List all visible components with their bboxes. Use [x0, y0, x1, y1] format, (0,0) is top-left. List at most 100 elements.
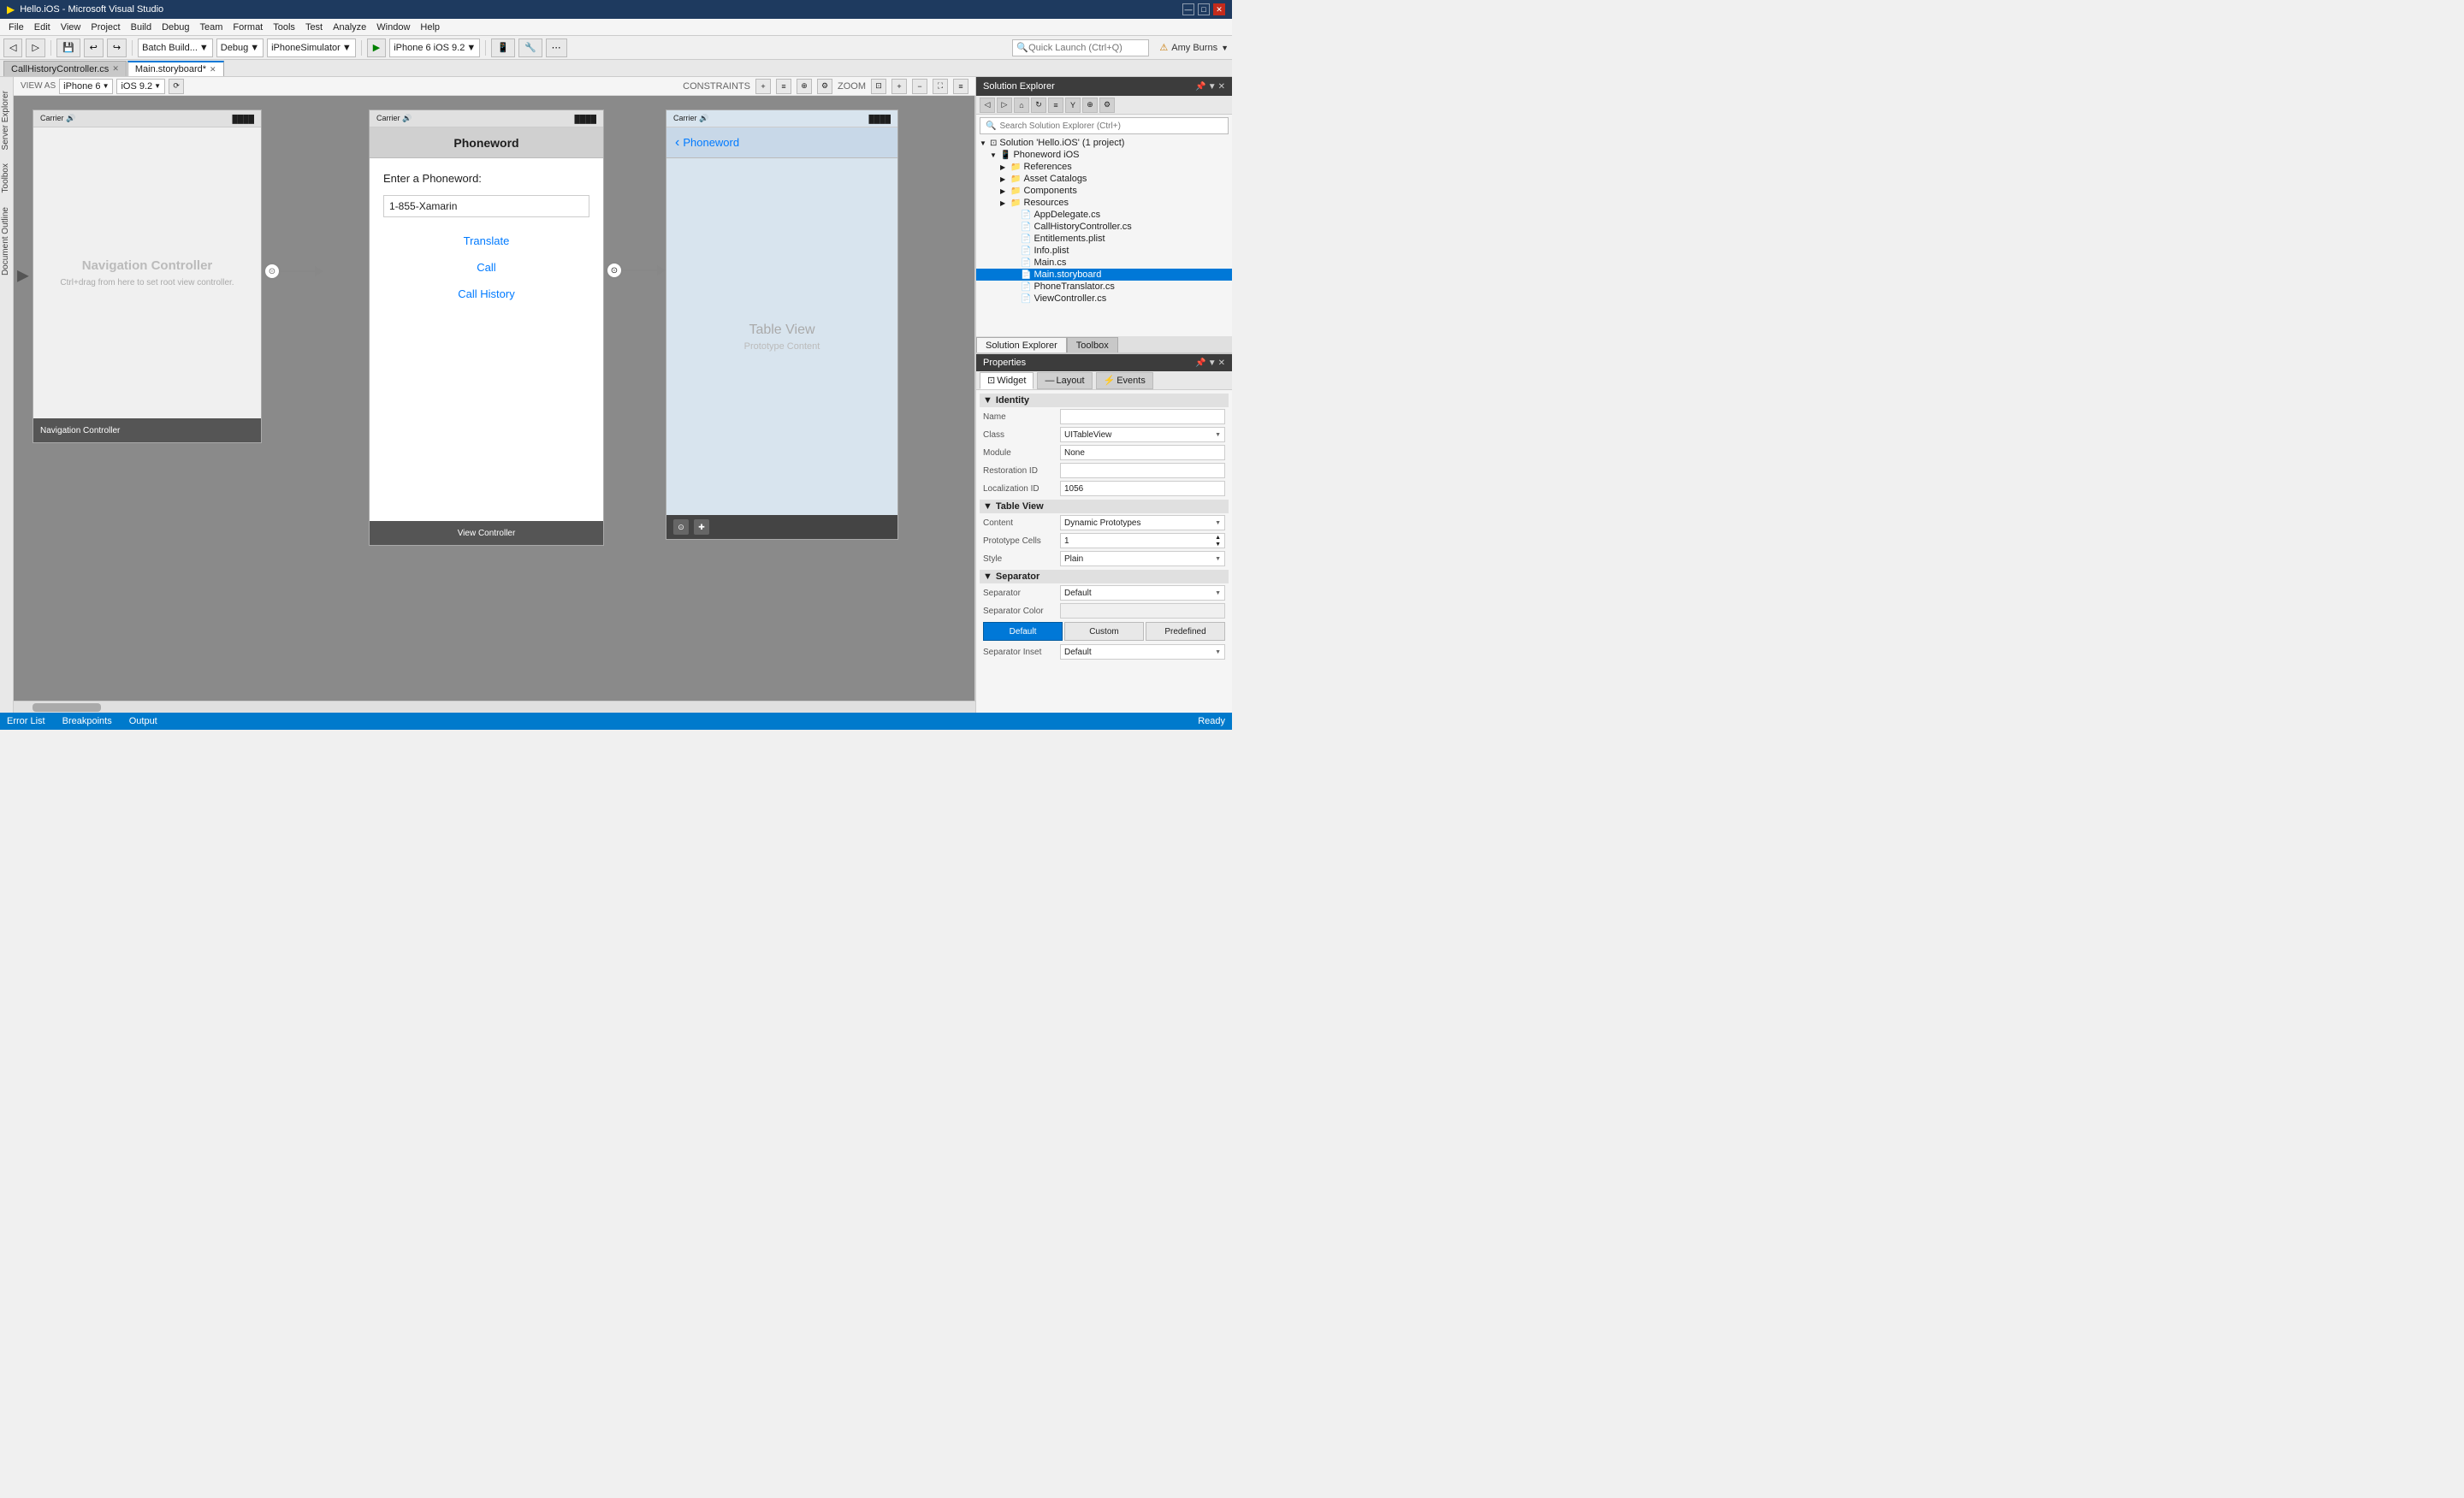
search-input[interactable]	[1028, 43, 1145, 53]
se-home-button[interactable]: ⌂	[1014, 98, 1029, 113]
prop-prototype-value[interactable]: 1 ▲ ▼	[1060, 533, 1225, 548]
constraint-options-button[interactable]: ≡	[776, 79, 791, 94]
expand-icon[interactable]: ▶	[1000, 163, 1010, 171]
menu-team[interactable]: Team	[195, 19, 228, 35]
tree-resources[interactable]: ▶ 📁 Resources	[976, 197, 1232, 209]
close-button[interactable]: ✕	[1213, 3, 1225, 15]
tree-appdelegate[interactable]: 📄 AppDelegate.cs	[976, 209, 1232, 221]
expand-icon[interactable]: ▶	[1000, 175, 1010, 183]
tab-solution-explorer[interactable]: Solution Explorer	[976, 337, 1067, 352]
dropdown-icon[interactable]: ▼	[1208, 82, 1217, 92]
se-search[interactable]: 🔍	[980, 117, 1229, 134]
se-search-input[interactable]	[999, 121, 1223, 131]
tree-mainstoryboard[interactable]: 📄 Main.storyboard	[976, 269, 1232, 281]
zoom-in-button[interactable]: +	[891, 79, 907, 94]
undo-button[interactable]: ↩	[84, 38, 104, 57]
prop-separator-value[interactable]: Default	[1060, 585, 1225, 601]
se-properties-button[interactable]: ≡	[1048, 98, 1063, 113]
translate-button[interactable]: Translate	[383, 234, 589, 247]
expand-icon[interactable]: ▶	[1000, 199, 1010, 207]
maximize-button[interactable]: □	[1198, 3, 1210, 15]
tree-callhistory[interactable]: 📄 CallHistoryController.cs	[976, 221, 1232, 233]
tab-mainstoryboard[interactable]: Main.storyboard* ✕	[127, 61, 224, 76]
menu-format[interactable]: Format	[228, 19, 268, 35]
sidebar-server-explorer[interactable]: Server Explorer	[0, 84, 14, 157]
save-button[interactable]: 💾	[56, 38, 80, 57]
expand-icon[interactable]: ▼	[990, 151, 1000, 159]
tab-toolbox[interactable]: Toolbox	[1067, 337, 1118, 352]
device-dropdown[interactable]: iPhone 6 ▼	[59, 79, 113, 94]
menu-project[interactable]: Project	[86, 19, 125, 35]
restoration-input[interactable]	[1064, 466, 1221, 476]
run-button[interactable]: ▶	[367, 38, 386, 57]
tree-viewcontroller[interactable]: 📄 ViewController.cs	[976, 293, 1232, 305]
vc-input-field[interactable]: 1-855-Xamarin	[383, 195, 589, 217]
prop-sep-inset-value[interactable]: Default	[1060, 644, 1225, 660]
configuration-dropdown[interactable]: Debug ▼	[216, 38, 264, 57]
prop-module-value[interactable]: None	[1060, 445, 1225, 460]
separator-section[interactable]: ▼ Separator	[980, 570, 1229, 583]
chevron-down-icon[interactable]: ▼	[1221, 44, 1229, 52]
se-filter-button[interactable]: Y	[1065, 98, 1081, 113]
tree-asset-catalogs[interactable]: ▶ 📁 Asset Catalogs	[976, 173, 1232, 185]
more-button[interactable]: ⋯	[546, 38, 567, 57]
view-controller[interactable]: Carrier 🔊 ████ Phoneword Enter a Phonewo…	[369, 110, 604, 546]
platform-dropdown[interactable]: iPhoneSimulator ▼	[267, 38, 356, 57]
default-button[interactable]: Default	[983, 622, 1063, 641]
predefined-button[interactable]: Predefined	[1146, 622, 1225, 641]
prop-style-value[interactable]: Plain	[1060, 551, 1225, 566]
expand-icon[interactable]: ▶	[1000, 187, 1010, 195]
tools-button[interactable]: 🔧	[518, 38, 542, 57]
batch-build-dropdown[interactable]: Batch Build... ▼	[138, 38, 213, 57]
back-label[interactable]: Phoneword	[683, 136, 739, 149]
window-controls[interactable]: — □ ✕	[1182, 3, 1225, 15]
prop-content-value[interactable]: Dynamic Prototypes	[1060, 515, 1225, 530]
zoom-fit-button[interactable]: ⊡	[871, 79, 886, 94]
pin-icon[interactable]: 📌	[1195, 358, 1205, 368]
view-toggle-button[interactable]: ≡	[953, 79, 968, 94]
menu-test[interactable]: Test	[300, 19, 328, 35]
menu-analyze[interactable]: Analyze	[328, 19, 371, 35]
step-up[interactable]: ▲	[1215, 535, 1221, 541]
add-constraint-button[interactable]: +	[755, 79, 771, 94]
table-view-controller[interactable]: Carrier 🔊 ████ ‹ Phoneword Table View Pr…	[666, 110, 898, 540]
menu-edit[interactable]: Edit	[29, 19, 56, 35]
close-icon[interactable]: ✕	[1218, 358, 1225, 368]
menu-debug[interactable]: Debug	[157, 19, 194, 35]
tree-solution[interactable]: ▼ ⊡ Solution 'Hello.iOS' (1 project)	[976, 137, 1232, 149]
redo-button[interactable]: ↪	[107, 38, 127, 57]
menu-view[interactable]: View	[56, 19, 86, 35]
canvas[interactable]: ▶ Carrier 🔊 ████ Navigation Controller C…	[14, 96, 975, 701]
run-target-dropdown[interactable]: iPhone 6 iOS 9.2 ▼	[389, 38, 480, 57]
custom-button[interactable]: Custom	[1064, 622, 1144, 641]
call-history-button[interactable]: Call History	[383, 287, 589, 300]
identity-section[interactable]: ▼ Identity	[980, 394, 1229, 407]
ios-dropdown[interactable]: iOS 9.2 ▼	[116, 79, 165, 94]
constraint-settings-button[interactable]: ⚙	[817, 79, 832, 94]
orientation-button[interactable]: ⟳	[169, 79, 184, 94]
sidebar-document-outline[interactable]: Document Outline	[0, 200, 14, 282]
scrollbar-thumb[interactable]	[33, 703, 101, 712]
se-refresh-button[interactable]: ↻	[1031, 98, 1046, 113]
zoom-fullscreen-button[interactable]: ⛶	[933, 79, 948, 94]
prop-tab-events[interactable]: ⚡ Events	[1096, 372, 1153, 389]
tableview-section[interactable]: ▼ Table View	[980, 500, 1229, 513]
prop-tab-widget[interactable]: ⊡ Widget	[980, 372, 1034, 389]
tree-entitlements[interactable]: 📄 Entitlements.plist	[976, 233, 1232, 245]
forward-button[interactable]: ▷	[26, 38, 44, 57]
se-forward-button[interactable]: ▷	[997, 98, 1012, 113]
expand-icon[interactable]: ▼	[980, 139, 990, 147]
sidebar-toolbox[interactable]: Toolbox	[0, 157, 14, 199]
prop-restoration-value[interactable]	[1060, 463, 1225, 478]
zoom-out-button[interactable]: −	[912, 79, 927, 94]
tab-close[interactable]: ✕	[112, 64, 119, 74]
search-toolbar[interactable]: 🔍	[1012, 39, 1149, 56]
constraint-resolve-button[interactable]: ⊕	[797, 79, 812, 94]
tree-infoplist[interactable]: 📄 Info.plist	[976, 245, 1232, 257]
status-output[interactable]: Output	[129, 716, 157, 726]
menu-help[interactable]: Help	[415, 19, 445, 35]
tree-maincs[interactable]: 📄 Main.cs	[976, 257, 1232, 269]
status-breakpoints[interactable]: Breakpoints	[62, 716, 112, 726]
tree-phonetranslator[interactable]: 📄 PhoneTranslator.cs	[976, 281, 1232, 293]
tree-project[interactable]: ▼ 📱 Phoneword iOS	[976, 149, 1232, 161]
